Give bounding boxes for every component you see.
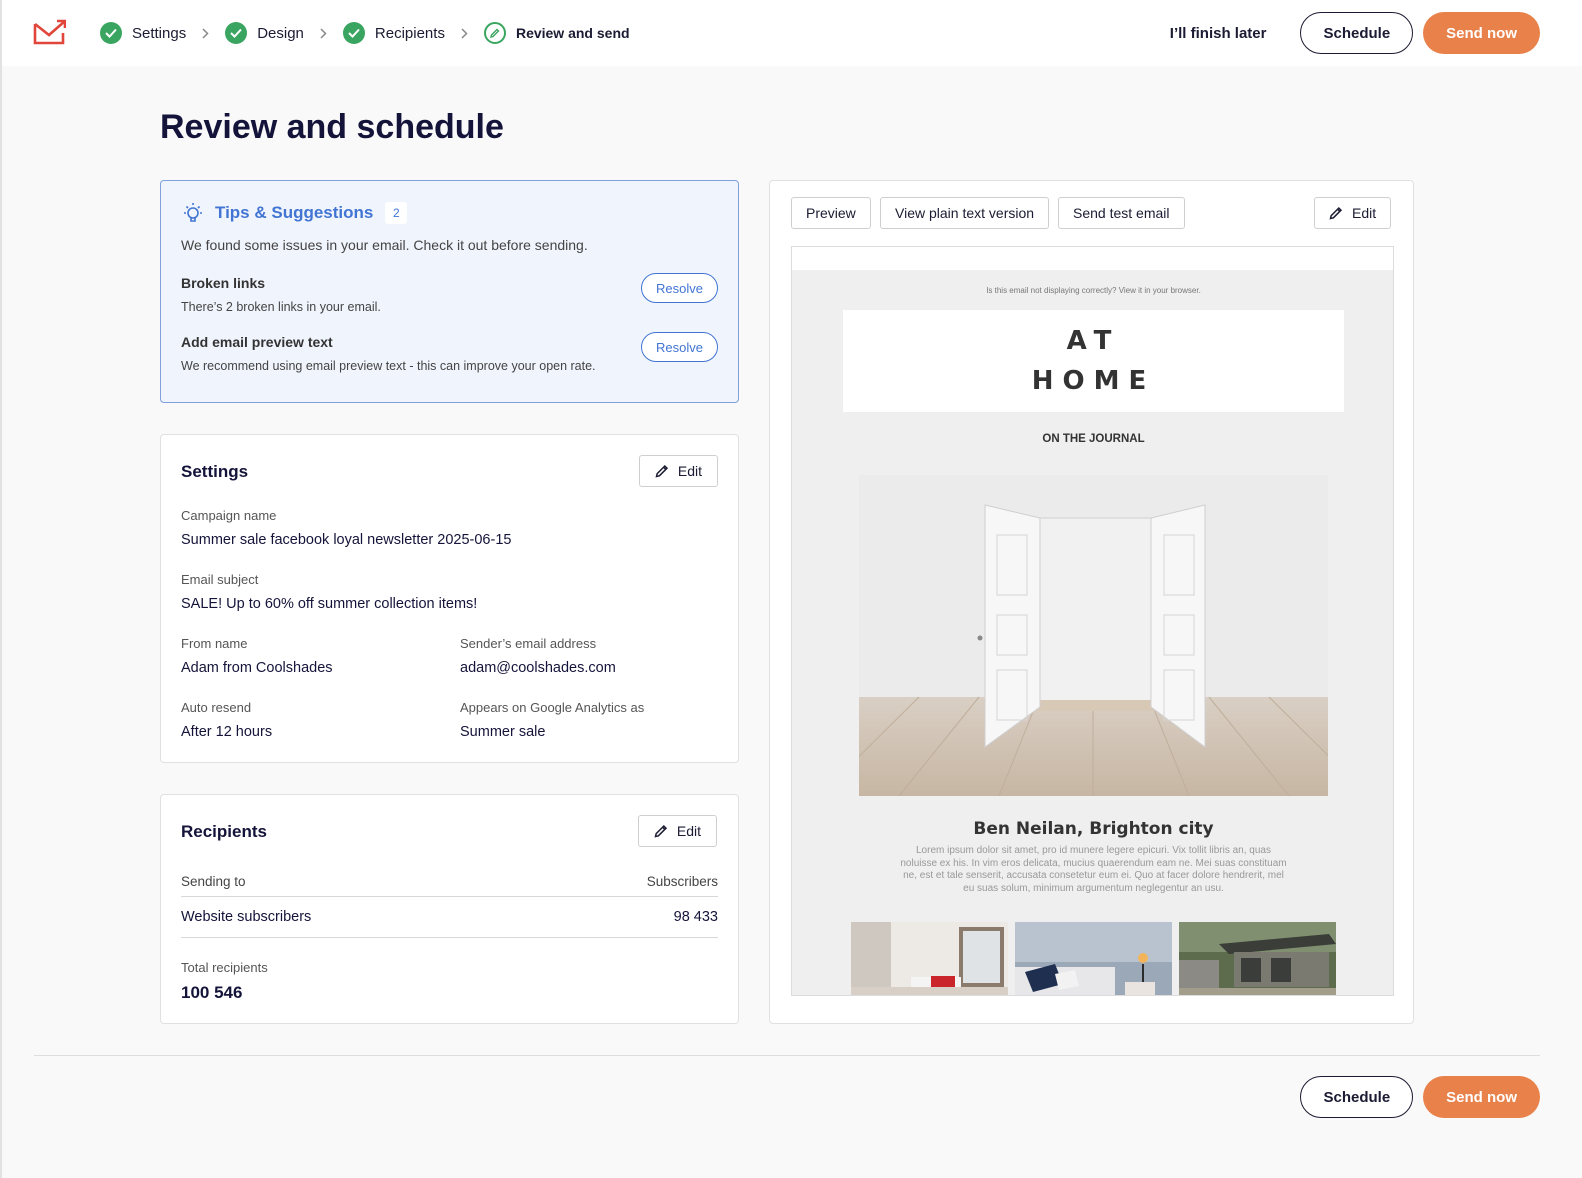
field-value: adam@coolshades.com — [460, 660, 616, 676]
field-value: After 12 hours — [181, 724, 273, 740]
field-value: Summer sale — [460, 724, 546, 740]
schedule-button[interactable]: Schedule — [1300, 12, 1414, 54]
edit-label: Edit — [676, 823, 701, 839]
tip-preview-text: Add email preview text We recommend usin… — [181, 332, 718, 373]
thumbnail-living-room — [851, 922, 1008, 995]
step-label: Recipients — [374, 24, 445, 42]
edit-design-button[interactable]: Edit — [1314, 197, 1392, 229]
brand-line-2: HOME — [1031, 366, 1156, 396]
brand-header: AT HOME — [843, 310, 1344, 412]
field-value: SALE! Up to 60% off summer collection it… — [181, 596, 478, 612]
subscriber-count: 98 433 — [673, 909, 718, 925]
total-recipients-label: Total recipients — [181, 960, 268, 975]
wizard-steps: Settings Design Recipients Review and se… — [100, 0, 630, 66]
field-label: Sender’s email address — [460, 636, 597, 651]
from-name-field: From name Adam from Coolshades — [181, 636, 333, 676]
field-value: Summer sale facebook loyal newsletter 20… — [181, 532, 512, 548]
browser-view-notice[interactable]: Is this email not displaying correctly? … — [792, 286, 1393, 295]
pencil-icon — [483, 22, 506, 44]
step-label: Settings — [132, 24, 187, 42]
tip-text: There’s 2 broken links in your email. — [181, 300, 381, 314]
resolve-broken-links-button[interactable]: Resolve — [641, 273, 718, 303]
thumbnail-bedroom — [1015, 922, 1172, 995]
step-settings[interactable]: Settings — [100, 22, 186, 44]
footer-actions: Schedule Send now — [1300, 1076, 1540, 1118]
table-row: Website subscribers 98 433 — [181, 897, 718, 938]
tip-broken-links: Broken links There’s 2 broken links in y… — [181, 273, 718, 314]
email-body: Is this email not displaying correctly? … — [792, 270, 1393, 995]
edit-label: Edit — [1352, 205, 1377, 221]
auto-resend-field: Auto resend After 12 hours — [181, 700, 272, 740]
tip-title: Broken links — [181, 275, 266, 291]
google-analytics-field: Appears on Google Analytics as Summer sa… — [460, 700, 644, 740]
hero-image-open-doors — [859, 475, 1328, 796]
table-header: Sending to Subscribers — [181, 867, 718, 897]
step-design[interactable]: Design — [225, 22, 304, 44]
thumbnail-gallery — [851, 922, 1336, 995]
tips-title: Tips & Suggestions — [215, 203, 374, 222]
sender-email-field: Sender’s email address adam@coolshades.c… — [460, 636, 616, 676]
settings-card: Settings Edit Campaign name Summer sale … — [160, 434, 739, 763]
top-bar: Settings Design Recipients Review and se… — [2, 0, 1582, 66]
article-author: Ben Neilan, Brighton city — [973, 819, 1214, 839]
lightbulb-icon — [184, 203, 202, 222]
chevron-right-icon — [202, 27, 209, 39]
chevron-right-icon — [320, 27, 327, 39]
pencil-icon — [655, 464, 668, 478]
tip-title: Add email preview text — [181, 334, 333, 350]
tips-panel: Tips & Suggestions 2 We found some issue… — [160, 180, 739, 403]
edit-recipients-button[interactable]: Edit — [637, 815, 717, 847]
send-test-email-button[interactable]: Send test email — [1058, 197, 1185, 229]
page-title: Review and schedule — [160, 108, 504, 146]
tips-header: Tips & Suggestions 2 — [181, 201, 718, 225]
resolve-preview-text-button[interactable]: Resolve — [641, 332, 718, 362]
finish-later-link[interactable]: I’ll finish later — [1170, 25, 1267, 42]
column-header-subscribers: Subscribers — [646, 874, 718, 889]
section-heading: ON THE JOURNAL — [1042, 433, 1145, 445]
view-plain-text-button[interactable]: View plain text version — [880, 197, 1050, 229]
footer-divider — [34, 1055, 1540, 1056]
settings-title: Settings — [181, 462, 249, 481]
column-header-sending-to: Sending to — [181, 874, 246, 889]
check-icon — [225, 22, 248, 44]
step-label: Review and send — [515, 25, 630, 41]
edit-label: Edit — [677, 463, 702, 479]
send-now-button[interactable]: Send now — [1423, 12, 1540, 54]
step-review-and-send[interactable]: Review and send — [483, 22, 630, 44]
recipients-table: Sending to Subscribers Website subscribe… — [181, 867, 718, 938]
field-label: From name — [181, 636, 248, 651]
field-label: Auto resend — [181, 700, 252, 715]
pencil-icon — [1329, 206, 1343, 220]
tips-count-badge: 2 — [385, 202, 408, 224]
step-label: Design — [257, 24, 304, 42]
brand-line-1: AT — [1066, 326, 1121, 356]
chevron-right-icon — [461, 27, 468, 39]
mail-logo-icon[interactable] — [32, 18, 66, 46]
total-recipients-value: 100 546 — [181, 983, 243, 1002]
list-name: Website subscribers — [181, 909, 312, 925]
email-preview-frame[interactable]: Is this email not displaying correctly? … — [791, 246, 1394, 996]
tips-description: We found some issues in your email. Chec… — [181, 237, 588, 253]
recipients-card: Recipients Edit Sending to Subscribers W… — [160, 794, 739, 1024]
edit-settings-button[interactable]: Edit — [638, 455, 718, 487]
field-label: Campaign name — [181, 508, 277, 523]
field-label: Email subject — [181, 572, 259, 587]
check-icon — [342, 22, 365, 44]
footer-schedule-button[interactable]: Schedule — [1300, 1076, 1414, 1118]
preview-button[interactable]: Preview — [791, 197, 871, 229]
campaign-name-field: Campaign name Summer sale facebook loyal… — [181, 508, 511, 548]
pencil-icon — [654, 824, 667, 838]
field-value: Adam from Coolshades — [181, 660, 333, 676]
tip-text: We recommend using email preview text - … — [181, 359, 596, 373]
article-body: Lorem ipsum dolor sit amet, pro id muner… — [900, 845, 1287, 894]
email-subject-field: Email subject SALE! Up to 60% off summer… — [181, 572, 477, 612]
header-actions: I’ll finish later Schedule Send now — [1170, 12, 1540, 54]
email-preview-card: Preview View plain text version Send tes… — [769, 180, 1414, 1024]
field-label: Appears on Google Analytics as — [460, 700, 645, 715]
recipients-title: Recipients — [181, 822, 267, 841]
step-recipients[interactable]: Recipients — [342, 22, 445, 44]
footer-send-now-button[interactable]: Send now — [1423, 1076, 1540, 1118]
thumbnail-garden-house — [1179, 922, 1336, 995]
check-icon — [100, 22, 122, 44]
